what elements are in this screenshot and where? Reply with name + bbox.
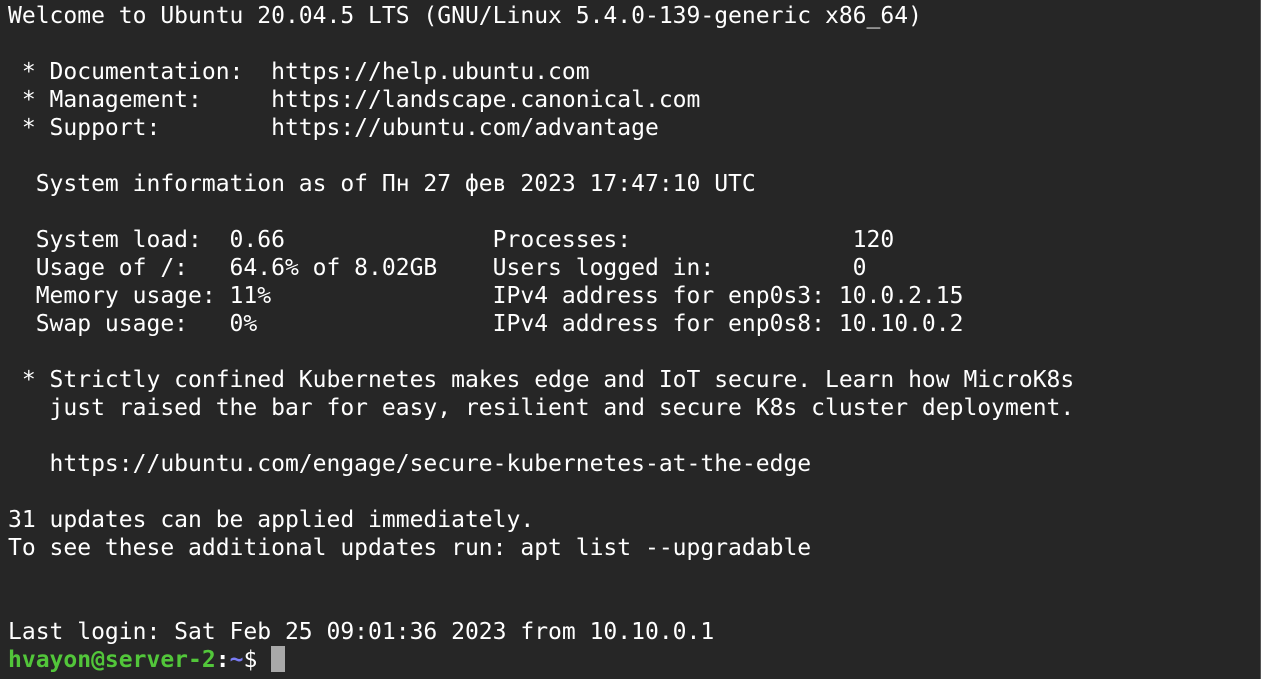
terminal-output: Welcome to Ubuntu 20.04.5 LTS (GNU/Linux…: [8, 2, 1074, 674]
prompt-user-host: hvayon@server-2: [8, 647, 216, 673]
terminal-window[interactable]: Welcome to Ubuntu 20.04.5 LTS (GNU/Linux…: [0, 0, 1261, 679]
disk-usage-line: Usage of /: 64.6% of 8.02GB Users logged…: [8, 255, 867, 281]
prompt-line[interactable]: hvayon@server-2:~$: [8, 646, 1074, 674]
system-load-line: System load: 0.66 Processes: 120: [8, 227, 895, 253]
documentation-line: * Documentation: https://help.ubuntu.com: [8, 59, 590, 85]
support-line: * Support: https://ubuntu.com/advantage: [8, 115, 659, 141]
updates-count-line: 31 updates can be applied immediately.: [8, 507, 535, 533]
swap-usage-line: Swap usage: 0% IPv4 address for enp0s8: …: [8, 311, 964, 337]
memory-usage-line: Memory usage: 11% IPv4 address for enp0s…: [8, 283, 964, 309]
last-login-line: Last login: Sat Feb 25 09:01:36 2023 fro…: [8, 619, 715, 645]
system-info-line: System information as of Пн 27 фев 2023 …: [8, 171, 756, 197]
management-line: * Management: https://landscape.canonica…: [8, 87, 701, 113]
prompt-symbol: $: [243, 647, 258, 673]
prompt-path: ~: [229, 647, 244, 673]
news-url-line: https://ubuntu.com/engage/secure-kuberne…: [8, 451, 812, 477]
prompt-separator: :: [215, 647, 230, 673]
welcome-line: Welcome to Ubuntu 20.04.5 LTS (GNU/Linux…: [8, 3, 922, 29]
news-line-1: * Strictly confined Kubernetes makes edg…: [8, 367, 1075, 393]
news-line-2: just raised the bar for easy, resilient …: [8, 395, 1075, 421]
text-cursor[interactable]: [271, 646, 286, 672]
updates-hint-line: To see these additional updates run: apt…: [8, 535, 812, 561]
